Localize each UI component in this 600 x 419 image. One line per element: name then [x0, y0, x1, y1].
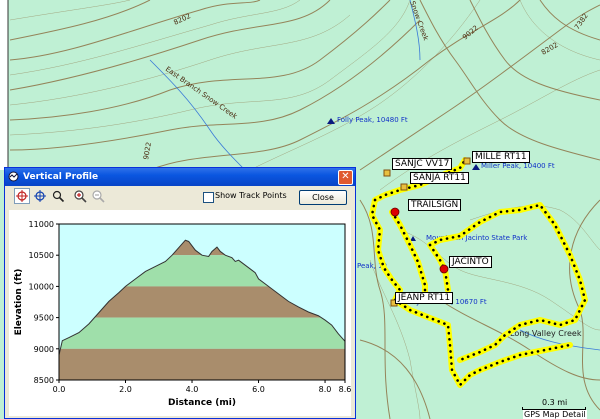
y-tick-label: 9500: [34, 314, 54, 323]
elevation-band: [59, 348, 345, 380]
y-tick-label: 8500: [34, 376, 54, 385]
select-tool-icon[interactable]: [14, 188, 30, 204]
show-track-points-checkbox[interactable]: [203, 192, 214, 203]
peak-marker[interactable]: Miller Peak, 10400 Ft: [472, 162, 555, 170]
window-close-button[interactable]: ✕: [338, 170, 353, 185]
x-axis-label: Distance (mi): [168, 398, 236, 408]
x-tick-label: 0.0: [53, 385, 66, 394]
peak-marker[interactable]: Folly Peak, 10480 Ft: [327, 116, 408, 124]
waypoint-label[interactable]: JEANP RT11: [395, 292, 454, 304]
measure-tool-icon[interactable]: [51, 189, 65, 203]
x-tick-label: 2.0: [119, 385, 132, 394]
waypoint-marker[interactable]: [439, 264, 449, 274]
y-tick-label: 10500: [29, 251, 54, 260]
app-icon: [8, 171, 19, 182]
creek-name-label: Long Valley Creek: [510, 329, 582, 338]
y-axis-label: Elevation (ft): [14, 269, 24, 336]
y-tick-label: 9000: [34, 345, 54, 354]
y-tick-label: 11000: [29, 220, 54, 229]
scale-distance: 0.3 mi: [542, 398, 568, 407]
x-tick-label: 8.0: [319, 385, 332, 394]
waypoint-label[interactable]: TRAILSIGN: [408, 199, 462, 211]
pan-tool-icon[interactable]: [33, 189, 47, 203]
waypoint-label[interactable]: SANJA RT11: [410, 172, 469, 184]
zoom-in-icon[interactable]: [73, 189, 87, 203]
waypoint-marker[interactable]: [390, 207, 400, 217]
waypoint-label[interactable]: JACINTO: [449, 256, 492, 268]
vertical-profile-window: Vertical Profile ✕ Show Track Points Clo…: [4, 167, 356, 419]
x-tick-label: 4.0: [186, 385, 199, 394]
close-button[interactable]: Close: [299, 190, 347, 205]
x-tick-label: 8.6: [339, 385, 351, 394]
elevation-profile-chart[interactable]: 11000 10500 10000 9500 9000 85000.0 2.0 4.0 6.0 8…: [9, 210, 351, 416]
waypoint-label[interactable]: SANJC VV17: [392, 158, 453, 170]
window-title: Vertical Profile: [23, 172, 99, 182]
peak-label: Folly Peak, 10480 Ft: [337, 116, 408, 124]
x-tick-label: 6.0: [252, 385, 265, 394]
scale-caption: GPS Map Detail: [523, 410, 587, 419]
profile-toolbar: Show Track Points Close: [5, 186, 355, 206]
map-scale: 0.3 mi GPS Map Detail: [520, 398, 592, 419]
window-titlebar[interactable]: Vertical Profile ✕: [5, 168, 355, 186]
elevation-band: [59, 317, 345, 349]
y-tick-label: 10000: [29, 282, 54, 291]
show-track-points-label: Show Track Points: [215, 191, 287, 200]
peak-label: Miller Peak, 10400 Ft: [481, 162, 555, 170]
zoom-out-icon[interactable]: [91, 189, 105, 203]
waypoint-label[interactable]: MILLE RT11: [472, 151, 530, 163]
